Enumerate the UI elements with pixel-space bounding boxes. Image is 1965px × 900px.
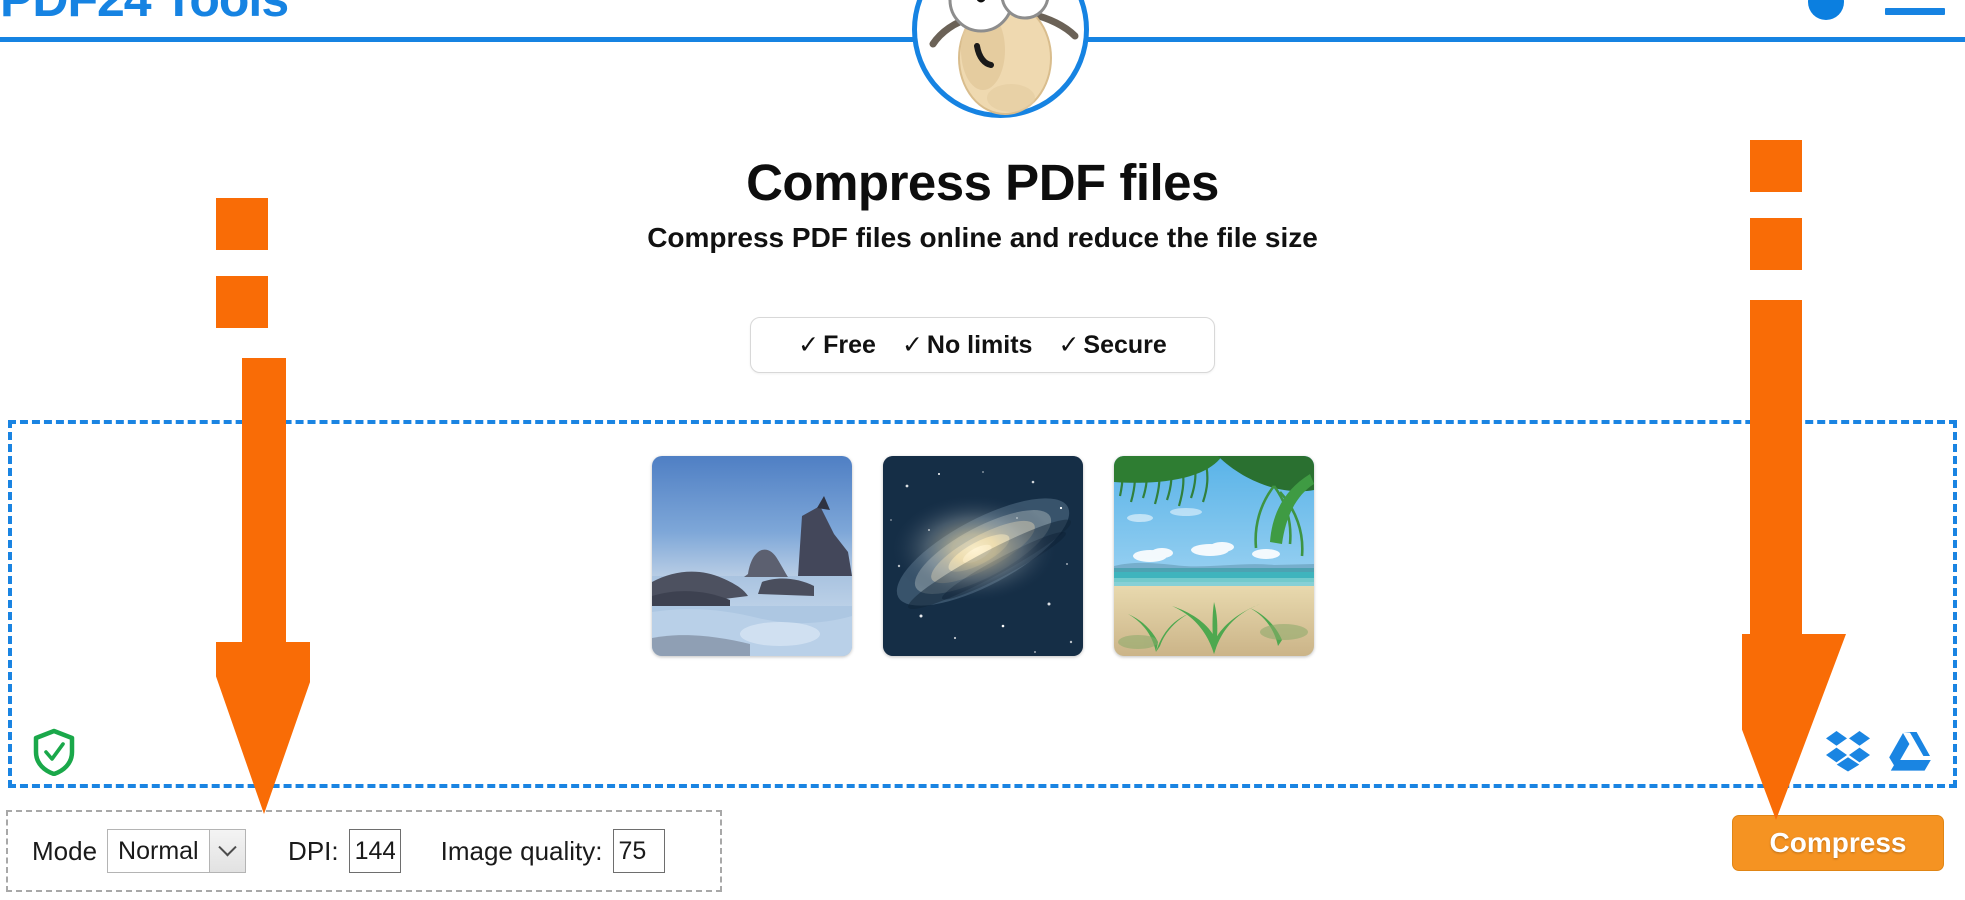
check-icon: ✓ — [901, 331, 923, 359]
badge-secure-label: Secure — [1083, 331, 1167, 359]
image-quality-field-group: Image quality: — [441, 829, 665, 873]
compression-settings-bar: Mode Normal DPI: Image quality: — [6, 810, 722, 892]
thumbnail-coastal-sunset[interactable] — [651, 456, 852, 656]
dropbox-icon[interactable] — [1825, 730, 1871, 772]
dpi-input[interactable] — [348, 829, 401, 873]
hamburger-menu-icon[interactable] — [1885, 0, 1945, 22]
check-icon: ✓ — [1058, 331, 1080, 359]
pdf24-fly-mascot-icon — [893, 0, 1108, 137]
page-title: Compress PDF files — [746, 154, 1219, 211]
hero-text-block: Compress PDF files Compress PDF files on… — [0, 154, 1965, 255]
privacy-shield-icon — [32, 728, 76, 777]
google-drive-icon[interactable] — [1887, 730, 1933, 772]
pdf24-logo[interactable]: PDF24 Tools — [0, 0, 289, 28]
badge-free: ✓ Free — [798, 330, 876, 360]
thumbnail-galaxy[interactable] — [882, 456, 1083, 656]
image-quality-label: Image quality: — [440, 835, 603, 866]
dpi-label: DPI: — [288, 835, 339, 866]
image-quality-input[interactable] — [612, 829, 665, 873]
user-avatar[interactable] — [1808, 0, 1844, 20]
badge-secure: ✓ Secure — [1058, 330, 1166, 360]
file-dropzone[interactable] — [8, 420, 1957, 788]
mode-field-group: Mode Normal — [32, 829, 247, 873]
badge-free-label: Free — [823, 331, 876, 359]
dpi-field-group: DPI: — [288, 829, 401, 873]
badge-no-limits: ✓ No limits — [902, 330, 1033, 360]
mode-select[interactable]: Normal — [107, 829, 247, 873]
cloud-import-icons — [1825, 730, 1933, 772]
compress-button[interactable]: Compress — [1732, 815, 1944, 871]
thumbnail-tropical-beach[interactable] — [1113, 456, 1314, 656]
badge-no-limits-label: No limits — [926, 331, 1033, 359]
mode-select-wrapper[interactable]: Normal — [107, 829, 247, 873]
hamburger-bar-2 — [1885, 8, 1945, 15]
page-subtitle: Compress PDF files online and reduce the… — [647, 222, 1318, 254]
thumbnail-row — [12, 456, 1953, 656]
feature-badge-pill: ✓ Free ✓ No limits ✓ Secure — [750, 317, 1215, 373]
mode-label: Mode — [32, 835, 98, 866]
check-icon: ✓ — [798, 331, 820, 359]
